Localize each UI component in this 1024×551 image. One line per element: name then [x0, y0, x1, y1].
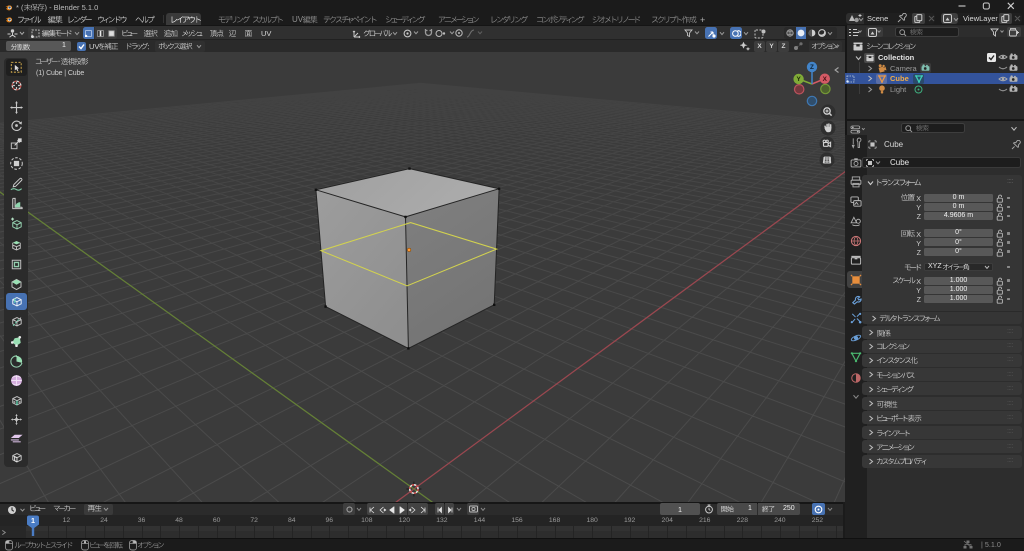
svg-text:Y: Y	[796, 76, 801, 83]
svg-text:X: X	[823, 76, 828, 83]
svg-text:Z: Z	[810, 64, 814, 71]
